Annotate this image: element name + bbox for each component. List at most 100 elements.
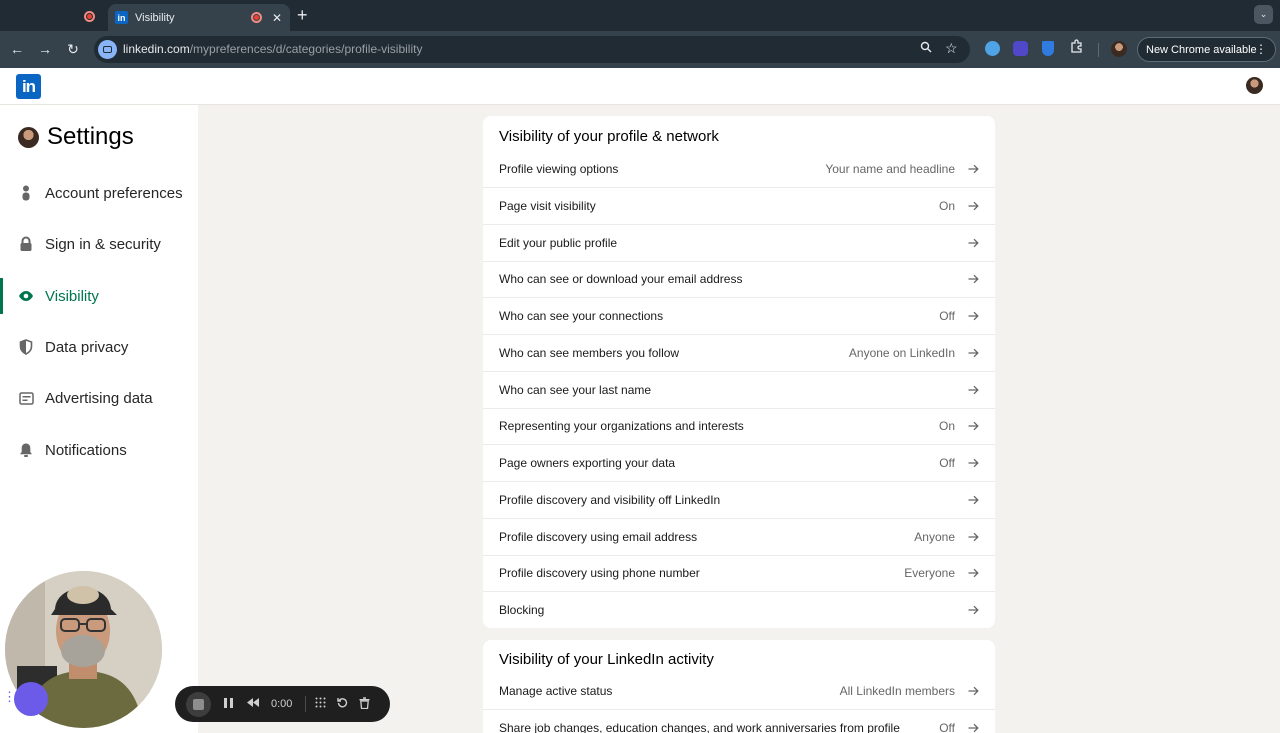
extensions-puzzle-icon[interactable] bbox=[1070, 39, 1084, 56]
setting-label: Page owners exporting your data bbox=[499, 456, 676, 470]
setting-label: Profile viewing options bbox=[499, 162, 619, 176]
lock-icon bbox=[18, 236, 34, 252]
site-info-icon[interactable] bbox=[98, 40, 117, 59]
setting-row-representing-your-organizations-and-interests[interactable]: Representing your organizations and inte… bbox=[483, 408, 995, 446]
rewind-icon[interactable] bbox=[247, 698, 259, 710]
setting-row-profile-discovery-and-visibility-off-linkedin[interactable]: Profile discovery and visibility off Lin… bbox=[483, 482, 995, 519]
sidebar-item-advertising-data[interactable]: Advertising data bbox=[0, 380, 198, 416]
stop-button[interactable] bbox=[186, 691, 211, 717]
setting-row-who-can-see-or-download-your-email-address[interactable]: Who can see or download your email addre… bbox=[483, 261, 995, 299]
ad-card-icon bbox=[18, 390, 34, 406]
setting-row-who-can-see-your-connections[interactable]: Who can see your connections Off bbox=[483, 298, 995, 335]
sidebar-item-visibility[interactable]: Visibility bbox=[0, 278, 198, 314]
setting-row-page-owners-exporting-your-data[interactable]: Page owners exporting your data Off bbox=[483, 445, 995, 482]
sidebar-item-sign-in-security[interactable]: Sign in & security bbox=[0, 226, 198, 262]
sidebar-item-label: Notifications bbox=[45, 441, 127, 459]
active-tab[interactable]: in Visibility ✕ bbox=[108, 4, 290, 31]
close-tab-icon[interactable]: ✕ bbox=[270, 11, 284, 25]
recorder-divider bbox=[305, 696, 307, 712]
toolbar-divider bbox=[1098, 43, 1099, 57]
profile-network-visibility-section: Visibility of your profile & network Pro… bbox=[483, 116, 995, 628]
setting-label: Profile discovery and visibility off Lin… bbox=[499, 492, 721, 507]
setting-label: Profile discovery using phone number bbox=[499, 566, 700, 581]
stop-icon bbox=[193, 698, 204, 710]
arrow-right-icon bbox=[967, 200, 979, 212]
section-title: Visibility of your LinkedIn activity bbox=[499, 651, 714, 668]
kebab-menu-icon[interactable]: ⋮ bbox=[1255, 42, 1267, 56]
recording-time: 0:00 bbox=[271, 698, 293, 710]
setting-label: Who can see members you follow bbox=[499, 345, 680, 360]
settings-heading: Settings bbox=[18, 123, 134, 151]
address-bar[interactable]: linkedin.com/mypreferences/d/categories/… bbox=[94, 36, 970, 63]
setting-value: Anyone bbox=[914, 529, 955, 544]
setting-row-profile-viewing-options[interactable]: Profile viewing options Your name and hea… bbox=[483, 151, 995, 188]
setting-row-profile-discovery-using-email-address[interactable]: Profile discovery using email address Any… bbox=[483, 519, 995, 556]
setting-row-who-can-see-your-last-name[interactable]: Who can see your last name bbox=[483, 372, 995, 409]
bell-icon bbox=[18, 442, 34, 458]
extension-3-icon[interactable] bbox=[1042, 41, 1054, 56]
setting-value: Anyone on LinkedIn bbox=[848, 345, 955, 360]
bookmark-star-icon[interactable]: ☆ bbox=[945, 40, 958, 57]
setting-value: Everyone bbox=[904, 566, 955, 581]
linkedin-favicon-icon: in bbox=[115, 11, 128, 24]
setting-row-edit-your-public-profile[interactable]: Edit your public profile bbox=[483, 225, 995, 262]
arrow-right-icon bbox=[967, 685, 979, 697]
setting-row-blocking[interactable]: Blocking bbox=[483, 592, 995, 628]
back-arrow-icon[interactable]: ← bbox=[8, 40, 26, 58]
restart-icon[interactable] bbox=[337, 697, 348, 711]
tab-title: Visibility bbox=[135, 11, 175, 24]
setting-label: Edit your public profile bbox=[499, 235, 618, 250]
avatar bbox=[18, 126, 39, 148]
setting-row-share-job-changes-education-changes-and-work-anniversaries-from-profile[interactable]: Share job changes, education changes, an… bbox=[483, 710, 995, 733]
sidebar-item-label: Visibility bbox=[45, 287, 99, 305]
arrow-right-icon bbox=[967, 384, 979, 396]
setting-value: On bbox=[938, 419, 955, 434]
setting-label: Manage active status bbox=[499, 684, 613, 698]
setting-value: Your name and headline bbox=[825, 162, 955, 176]
eye-icon bbox=[18, 288, 34, 304]
arrow-right-icon bbox=[967, 457, 979, 469]
me-avatar[interactable] bbox=[1246, 77, 1263, 94]
arrow-right-icon bbox=[967, 273, 979, 285]
trash-icon[interactable] bbox=[359, 696, 370, 712]
url-domain: linkedin.com bbox=[123, 42, 190, 56]
setting-row-manage-active-status[interactable]: Manage active status All LinkedIn members bbox=[483, 673, 995, 710]
linkedin-header: in bbox=[0, 68, 1280, 105]
zoom-icon[interactable] bbox=[920, 41, 932, 56]
extension-1-icon[interactable] bbox=[985, 41, 1000, 56]
setting-label: Who can see your connections bbox=[499, 309, 664, 323]
arrow-right-icon bbox=[967, 531, 979, 543]
sidebar-item-label: Sign in & security bbox=[45, 235, 161, 253]
pause-icon[interactable] bbox=[224, 697, 233, 711]
arrow-right-icon bbox=[967, 347, 979, 359]
url-path: /mypreferences/d/categories/profile-visi… bbox=[189, 42, 423, 56]
setting-label: Profile discovery using email address bbox=[499, 529, 698, 544]
sidebar-item-account-preferences[interactable]: Account preferences bbox=[0, 175, 198, 211]
setting-row-profile-discovery-using-phone-number[interactable]: Profile discovery using phone number Ever… bbox=[483, 555, 995, 593]
chrome-update-button[interactable]: New Chrome available ⋮ bbox=[1137, 37, 1276, 62]
setting-label: Blocking bbox=[499, 603, 545, 617]
extension-2-icon[interactable] bbox=[1013, 41, 1028, 56]
tab-recording-icon bbox=[251, 12, 262, 23]
reload-icon[interactable]: ↻ bbox=[64, 40, 82, 58]
linkedin-activity-visibility-section: Visibility of your LinkedIn activity Man… bbox=[483, 640, 995, 733]
setting-row-who-can-see-members-you-follow[interactable]: Who can see members you follow Anyone on … bbox=[483, 335, 995, 372]
setting-row-page-visit-visibility[interactable]: Page visit visibility On bbox=[483, 188, 995, 225]
arrow-right-icon bbox=[967, 420, 979, 432]
drag-handle-icon[interactable]: ⋮⋮ bbox=[3, 690, 29, 703]
arrow-right-icon bbox=[967, 163, 979, 175]
forward-arrow-icon[interactable]: → bbox=[36, 40, 54, 58]
setting-value: On bbox=[938, 198, 955, 213]
setting-value: Off bbox=[939, 309, 955, 323]
chrome-profile-avatar[interactable] bbox=[1111, 41, 1127, 57]
recording-controls-bar: 0:00 bbox=[175, 686, 390, 722]
sidebar-item-notifications[interactable]: Notifications bbox=[0, 432, 198, 468]
tab-search-chevron-icon[interactable]: ⌄ bbox=[1254, 5, 1273, 24]
recording-tab[interactable] bbox=[70, 4, 108, 28]
new-tab-button[interactable]: + bbox=[297, 5, 308, 25]
linkedin-logo-icon[interactable]: in bbox=[16, 74, 41, 99]
setting-value: Off bbox=[939, 456, 955, 470]
grid-icon[interactable] bbox=[315, 697, 326, 711]
sidebar-item-data-privacy[interactable]: Data privacy bbox=[0, 329, 198, 365]
url-text[interactable]: linkedin.com/mypreferences/d/categories/… bbox=[123, 42, 422, 56]
